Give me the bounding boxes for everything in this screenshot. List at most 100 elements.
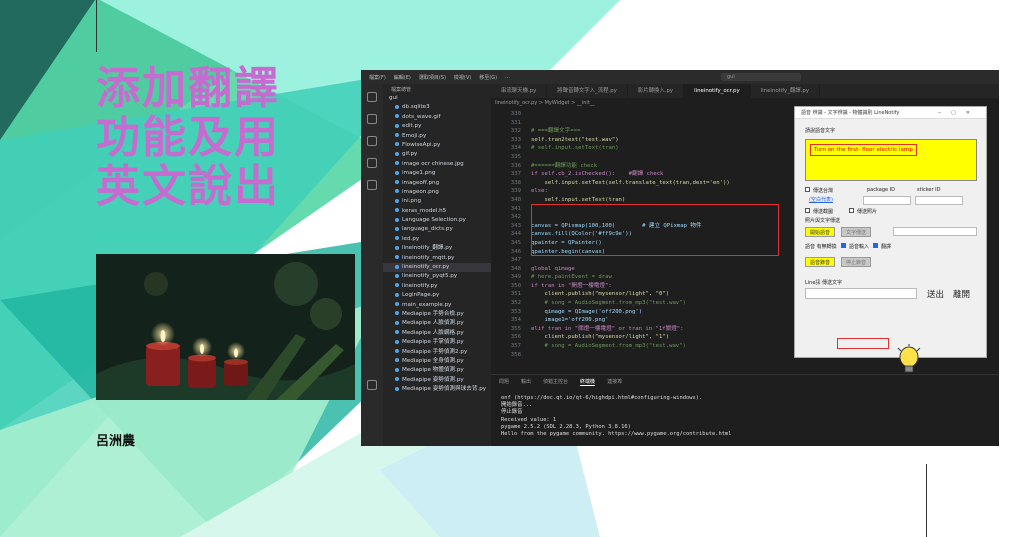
package-id-field[interactable]: [863, 196, 911, 205]
file-item[interactable]: lineinotify.py: [383, 282, 491, 291]
line-message-field[interactable]: [805, 288, 917, 299]
menu-more[interactable]: ...: [505, 74, 510, 80]
line-number: 333: [510, 136, 521, 143]
file-item[interactable]: language_dicts.py: [383, 225, 491, 234]
panel-tab-output[interactable]: 輸出: [521, 378, 531, 386]
file-item[interactable]: gif.py: [383, 150, 491, 159]
record-button[interactable]: 語音錄音: [805, 257, 836, 267]
file-name: Mediapipe 手勢偵測2.py: [402, 348, 468, 355]
file-name: image ocr chinese.jpg: [402, 160, 464, 167]
text-send-field[interactable]: [893, 227, 977, 236]
file-item[interactable]: main_example.py: [383, 301, 491, 310]
panel-tab-debug[interactable]: 偵錯主控台: [543, 378, 568, 386]
breadcrumb[interactable]: lineinotify_ocr.py > MyWidget > __init__: [495, 100, 595, 106]
file-icon: [395, 226, 399, 231]
translate-checkbox[interactable]: [873, 243, 878, 248]
panel-tab-problems[interactable]: 問題: [499, 378, 509, 386]
menu-selection[interactable]: 選取項目(S): [419, 74, 446, 81]
tab-3[interactable]: 影片轉換入.py: [628, 84, 685, 98]
explorer-sidebar: 檔案總管 gui db.sqlite3 dots_wave.gif edit.py E…: [383, 84, 491, 446]
file-item[interactable]: led.py: [383, 235, 491, 244]
file-item[interactable]: ini.png: [383, 197, 491, 206]
menu-view[interactable]: 檢視(V): [454, 74, 471, 81]
line-number: 353: [510, 308, 521, 315]
text-send-button[interactable]: 文字傳送: [841, 227, 872, 237]
file-item[interactable]: lineinotify_ocr.py: [383, 263, 491, 273]
title-line-1: 添加翻譯: [96, 63, 280, 114]
file-name: Language Selection.py: [402, 217, 466, 224]
file-item[interactable]: lineinotify_mqtt.py: [383, 254, 491, 263]
file-item[interactable]: Mediapipe 姿勢偵測.py: [383, 376, 491, 385]
menu-go[interactable]: 移至(G): [479, 74, 497, 81]
tab-2[interactable]: 將聲音轉文字入_流程.py: [547, 84, 628, 98]
link-label[interactable]: (空白代表): [809, 196, 833, 203]
file-item[interactable]: Mediapipe 手勢合檢.py: [383, 310, 491, 319]
file-item[interactable]: Mediapipe 手勢偵測2.py: [383, 348, 491, 357]
file-item[interactable]: keras_model.h5: [383, 207, 491, 216]
file-item[interactable]: LoginPage.py: [383, 291, 491, 300]
result-textbox[interactable]: Turn on the first- floor electric lamp: [805, 139, 977, 181]
file-list: db.sqlite3 dots_wave.gif edit.py Emoji.py Fl…: [383, 103, 491, 394]
send-button[interactable]: 送出: [927, 288, 944, 300]
tab-1[interactable]: 串流聊天機.py: [491, 84, 548, 98]
file-name: FlowiseApi.py: [402, 141, 441, 148]
panel-tab-ports[interactable]: 連接埠: [607, 378, 622, 386]
folder-gui[interactable]: gui: [383, 94, 491, 103]
file-item[interactable]: lineinotify_翻譯.py: [383, 244, 491, 253]
start-voice-button[interactable]: 開始語音: [805, 227, 836, 237]
file-item[interactable]: imageoff.png: [383, 179, 491, 188]
file-item[interactable]: image ocr chinese.jpg: [383, 160, 491, 169]
leave-button[interactable]: 離開: [953, 288, 970, 300]
code-line: # song = AudioSegment.from_mp3("test.wav…: [531, 343, 686, 350]
terminal-line: Hello from the pygame community. https:/…: [501, 431, 732, 438]
file-icon: [395, 161, 399, 166]
file-item[interactable]: Mediapipe 人臉網格.py: [383, 329, 491, 338]
file-item[interactable]: db.sqlite3: [383, 103, 491, 112]
stop-record-button[interactable]: 停止錄音: [841, 257, 872, 267]
decorative-line-bottom: [926, 464, 927, 537]
file-item[interactable]: Mediapipe 姿勢偵測與球去背.py: [383, 385, 491, 394]
file-name: keras_model.h5: [402, 207, 447, 214]
file-item[interactable]: image1.png: [383, 169, 491, 178]
file-item[interactable]: Mediapipe 物體偵測.py: [383, 366, 491, 375]
prompt-label: 請說語音文字: [805, 128, 836, 134]
file-item[interactable]: lineinotify_pyqt5.py: [383, 272, 491, 281]
file-item[interactable]: dots_wave.gif: [383, 113, 491, 122]
run-debug-icon[interactable]: [367, 158, 377, 168]
translate-checkbox-label: 翻譯: [881, 244, 892, 250]
line-input-label: Line訊 傳送文字: [805, 280, 843, 286]
slide-title: 添加翻譯 功能及用 英文說出: [96, 64, 326, 211]
file-item[interactable]: FlowiseApi.py: [383, 141, 491, 150]
photo-checkbox[interactable]: [849, 208, 854, 213]
search-icon[interactable]: [367, 114, 377, 124]
file-item[interactable]: Mediapipe 手掌偵測.py: [383, 338, 491, 347]
file-item[interactable]: Mediapipe 全身偵測.py: [383, 357, 491, 366]
explorer-icon[interactable]: [367, 92, 377, 102]
file-item[interactable]: imageon.png: [383, 188, 491, 197]
command-search-input[interactable]: gui: [721, 73, 801, 81]
window-controls[interactable]: ‒▢✕: [938, 107, 980, 119]
extensions-icon[interactable]: [367, 180, 377, 190]
screenshot-checkbox[interactable]: [805, 208, 810, 213]
file-item[interactable]: Emoji.py: [383, 132, 491, 141]
source-control-icon[interactable]: [367, 136, 377, 146]
file-item[interactable]: Language Selection.py: [383, 216, 491, 225]
tab-active[interactable]: lineinotify_ocr.py: [684, 84, 751, 98]
file-name: lineinotify_pyqt5.py: [402, 273, 458, 280]
line-number: 342: [510, 214, 521, 221]
tab-5[interactable]: lineinotify_翻譯.py: [751, 84, 821, 98]
file-name: imageon.png: [402, 188, 439, 195]
file-name: lineinotify_ocr.py: [402, 264, 450, 271]
line-number: 354: [510, 317, 521, 324]
file-item[interactable]: Mediapipe 人臉偵測.py: [383, 319, 491, 328]
voice-input-checkbox[interactable]: [841, 243, 846, 248]
file-item[interactable]: edit.py: [383, 122, 491, 131]
terminal-output[interactable]: onf (https://doc.qt.io/qt-6/highdpi.html…: [491, 389, 999, 444]
send-line-checkbox[interactable]: [805, 187, 810, 192]
menu-file[interactable]: 檔案(F): [369, 74, 386, 81]
menu-edit[interactable]: 編輯(E): [394, 74, 411, 81]
account-icon[interactable]: [367, 380, 377, 390]
panel-tab-terminal[interactable]: 終端機: [580, 378, 596, 386]
sticker-id-field[interactable]: [915, 196, 963, 205]
